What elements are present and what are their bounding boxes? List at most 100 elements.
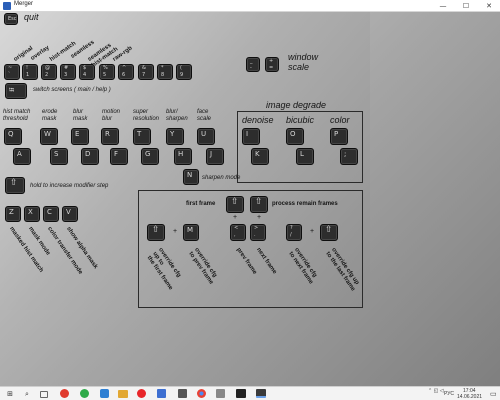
label-denoise: denoise <box>242 115 274 125</box>
num-key-9[interactable]: (9 <box>176 64 192 80</box>
merger-task-icon[interactable] <box>256 389 266 398</box>
num-key-top: ^ <box>122 65 127 71</box>
num-key-bottom: 2 <box>45 72 49 78</box>
minus-key[interactable]: _ - <box>246 57 260 72</box>
key-c[interactable]: C <box>43 206 59 222</box>
key-o-label: O <box>290 130 296 138</box>
language-indicator[interactable]: РУС <box>444 391 454 397</box>
key-n[interactable]: N <box>183 169 199 185</box>
key-g[interactable]: G <box>141 148 159 165</box>
start-icon[interactable]: ⊞ <box>5 389 15 399</box>
opera-icon[interactable] <box>60 389 69 398</box>
app-icon-settings[interactable] <box>216 389 225 398</box>
app-icon-blue[interactable] <box>100 389 109 398</box>
num-key-bottom: 5 <box>103 72 107 78</box>
num-key-bottom: ` <box>8 72 11 78</box>
key-label: A <box>17 150 22 158</box>
whatsapp-icon[interactable] <box>80 389 89 398</box>
num-key-6[interactable]: ^ 6 <box>118 64 134 80</box>
key-q[interactable]: Q <box>4 128 22 145</box>
shift-key-frames-b[interactable]: ⇧ <box>320 224 338 241</box>
key-y[interactable]: Y <box>166 128 184 145</box>
num-key-top: ~ <box>8 65 13 71</box>
key-l[interactable]: L <box>296 148 314 165</box>
label-bicubic: bicubic <box>286 115 315 125</box>
shift-key-first[interactable]: ⇧ <box>226 196 244 213</box>
terminal-icon[interactable] <box>236 389 246 398</box>
key-r[interactable]: R <box>101 128 119 145</box>
key-u[interactable]: U <box>197 128 215 145</box>
key-h[interactable]: H <box>174 148 192 165</box>
key-d[interactable]: D <box>81 148 99 165</box>
key-o[interactable]: O <box>286 128 304 145</box>
num-key-2[interactable]: @2 <box>41 64 57 80</box>
num-key-bottom: 8 <box>161 72 165 78</box>
key-m[interactable]: M <box>183 224 199 241</box>
num-key-4[interactable]: $4 <box>79 64 95 80</box>
num-key-bottom: 6 <box>122 72 126 78</box>
key-w[interactable]: W <box>40 128 58 145</box>
num-key-bottom: 3 <box>64 72 68 78</box>
key-slash[interactable]: ? / <box>286 224 302 241</box>
key-label: Q <box>8 130 14 138</box>
app-icon-red[interactable] <box>137 389 146 398</box>
num-key-0[interactable]: ~ ` <box>4 64 20 80</box>
num-key-top: ! <box>26 65 29 71</box>
shift-key-frames-a-label: ⇧ <box>152 225 160 235</box>
num-key-5[interactable]: % 5 <box>99 64 115 80</box>
shift-key-modifier[interactable]: ⇧ <box>5 177 25 194</box>
app-icon-dark-blue[interactable] <box>157 389 166 398</box>
tray-icons[interactable]: ⌃ ◱ ◁ <box>428 388 444 394</box>
close-button[interactable]: ✕ <box>478 0 500 12</box>
key-s[interactable]: S <box>50 148 68 165</box>
key-z[interactable]: Z <box>5 206 21 222</box>
num-key-8[interactable]: * 8 <box>157 64 173 80</box>
key-m-label: M <box>187 226 194 234</box>
key-comma[interactable]: < , <box>230 224 246 241</box>
num-key-1[interactable]: ! 1 <box>22 64 38 80</box>
chrome-icon[interactable] <box>197 389 206 398</box>
key-f[interactable]: F <box>110 148 128 165</box>
maximize-button[interactable]: ☐ <box>455 0 477 12</box>
num-key-3[interactable]: #3 <box>60 64 76 80</box>
masked-hist-match-label: masked hist match <box>8 226 44 274</box>
esc-key[interactable]: Esc <box>4 13 18 25</box>
num-key-bottom: 9 <box>180 72 184 78</box>
key-label: W <box>44 130 51 138</box>
key-j[interactable]: J <box>206 148 224 165</box>
key-x[interactable]: X <box>24 206 40 222</box>
key-label: F <box>114 150 119 158</box>
search-icon[interactable]: ⌕ <box>22 389 32 399</box>
key-label: H <box>178 150 184 158</box>
num-key-top: & <box>142 65 146 71</box>
num-key-7[interactable]: & 7 <box>138 64 154 80</box>
key-label: J <box>210 150 213 158</box>
key-p[interactable]: P <box>330 128 348 145</box>
tab-key[interactable]: ⭾ <box>5 83 27 99</box>
app-icon-gray[interactable] <box>178 389 187 398</box>
shift-key-process[interactable]: ⇧ <box>250 196 268 213</box>
minus-key-top: _ <box>250 58 253 64</box>
minimize-button[interactable]: — <box>432 0 454 12</box>
label-motion-blur: motion blur <box>102 109 121 122</box>
key-semicolon-label: ; <box>344 150 347 158</box>
key-z-label: Z <box>9 208 14 216</box>
clock-date[interactable]: 14.06.2021 <box>457 394 482 400</box>
task-view-icon[interactable] <box>40 391 48 398</box>
plus-sign-3: + <box>173 228 178 235</box>
key-t[interactable]: T <box>133 128 151 145</box>
first-frame-label: first frame <box>186 201 216 207</box>
key-k[interactable]: K <box>251 148 269 165</box>
key-semicolon[interactable]: ; <box>340 148 358 165</box>
notification-icon[interactable]: ▭ <box>490 390 497 398</box>
key-e[interactable]: E <box>71 128 89 145</box>
key-v[interactable]: V <box>62 206 78 222</box>
equals-key[interactable]: + = <box>265 57 279 72</box>
key-i[interactable]: I <box>242 128 260 145</box>
file-explorer-icon[interactable] <box>118 390 128 398</box>
key-period[interactable]: > . <box>250 224 266 241</box>
shift-key-frames-a[interactable]: ⇧ <box>147 224 165 241</box>
process-remain-frames-label: process remain frames <box>272 201 338 207</box>
label-blur-mask: blur mask <box>73 109 88 122</box>
key-a[interactable]: A <box>13 148 31 165</box>
